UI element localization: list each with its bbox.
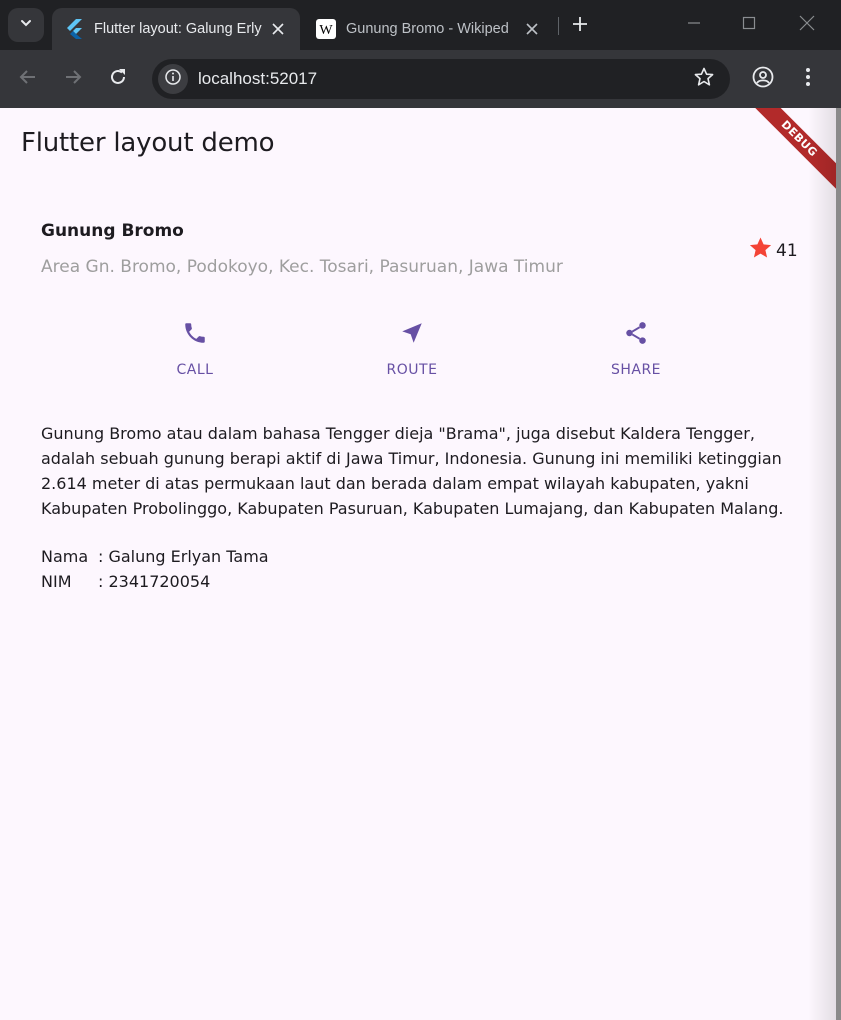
- account-icon: [752, 66, 774, 93]
- chevron-down-icon: [19, 16, 33, 35]
- name-value: : Galung Erlyan Tama: [98, 547, 269, 566]
- tab-gunung-bromo-wikipedia[interactable]: W Gunung Bromo - Wikiped: [304, 8, 554, 50]
- reload-button[interactable]: [103, 64, 133, 94]
- nim-row: NIM : 2341720054: [41, 572, 210, 591]
- share-button[interactable]: SHARE: [586, 318, 686, 378]
- flutter-icon: [64, 19, 84, 39]
- place-name: Gunung Bromo: [41, 221, 184, 241]
- share-icon: [621, 318, 651, 348]
- close-tab-icon[interactable]: [522, 19, 542, 39]
- route-button[interactable]: ROUTE: [362, 318, 462, 378]
- reload-icon: [109, 68, 127, 91]
- tab-title: Gunung Bromo - Wikiped: [346, 21, 509, 37]
- rating-count: 41: [776, 240, 798, 261]
- star-outline-icon: [694, 67, 714, 92]
- nim-value: : 2341720054: [98, 572, 211, 591]
- arrow-left-icon: [19, 68, 37, 91]
- wikipedia-icon: W: [316, 19, 336, 39]
- browser-toolbar: localhost:52017: [0, 50, 841, 108]
- navigation-icon: [397, 318, 427, 348]
- description-text: Gunung Bromo atau dalam bahasa Tengger d…: [41, 424, 784, 518]
- forward-button[interactable]: [58, 64, 88, 94]
- url-text: localhost:52017: [198, 69, 318, 88]
- address-bar[interactable]: localhost:52017: [152, 59, 730, 99]
- share-label: SHARE: [610, 362, 662, 378]
- name-row: Nama : Galung Erlyan Tama: [41, 547, 269, 566]
- new-tab-button[interactable]: [566, 12, 594, 40]
- tab-strip: Flutter layout: Galung Erly W Gunung Bro…: [0, 0, 841, 50]
- profile-button[interactable]: [748, 64, 778, 94]
- place-address: Area Gn. Bromo, Podokoyo, Kec. Tosari, P…: [41, 257, 563, 277]
- close-tab-icon[interactable]: [268, 19, 288, 39]
- phone-icon: [180, 318, 210, 348]
- close-window-button[interactable]: [792, 10, 822, 40]
- close-icon: [799, 15, 815, 36]
- page-title: Flutter layout demo: [21, 128, 275, 158]
- tab-title: Flutter layout: Galung Erly: [94, 21, 262, 37]
- star-icon: [748, 236, 773, 265]
- minimize-icon: [687, 16, 701, 35]
- maximize-icon: [742, 16, 756, 35]
- call-label: CALL: [176, 362, 214, 378]
- rating: 41: [748, 236, 798, 265]
- tab-search-button[interactable]: [8, 8, 44, 42]
- site-info-button[interactable]: [158, 64, 188, 94]
- tab-separator: [558, 17, 559, 35]
- route-label: ROUTE: [386, 362, 438, 378]
- nim-label: NIM: [41, 572, 72, 591]
- tab-flutter-layout[interactable]: Flutter layout: Galung Erly: [52, 8, 300, 50]
- window-edge: [836, 108, 841, 1020]
- info-icon: [165, 68, 181, 90]
- more-vertical-icon: [805, 67, 811, 92]
- back-button[interactable]: [13, 64, 43, 94]
- maximize-button[interactable]: [734, 10, 764, 40]
- minimize-button[interactable]: [679, 10, 709, 40]
- app-page: Flutter layout demo DEBUG Gunung Bromo A…: [0, 108, 836, 1020]
- bookmark-button[interactable]: [692, 67, 716, 91]
- arrow-right-icon: [64, 68, 82, 91]
- menu-button[interactable]: [793, 64, 823, 94]
- name-label: Nama: [41, 547, 89, 566]
- plus-icon: [572, 16, 588, 37]
- svg-text:W: W: [319, 23, 333, 38]
- call-button[interactable]: CALL: [145, 318, 245, 378]
- debug-banner: DEBUG: [739, 108, 836, 199]
